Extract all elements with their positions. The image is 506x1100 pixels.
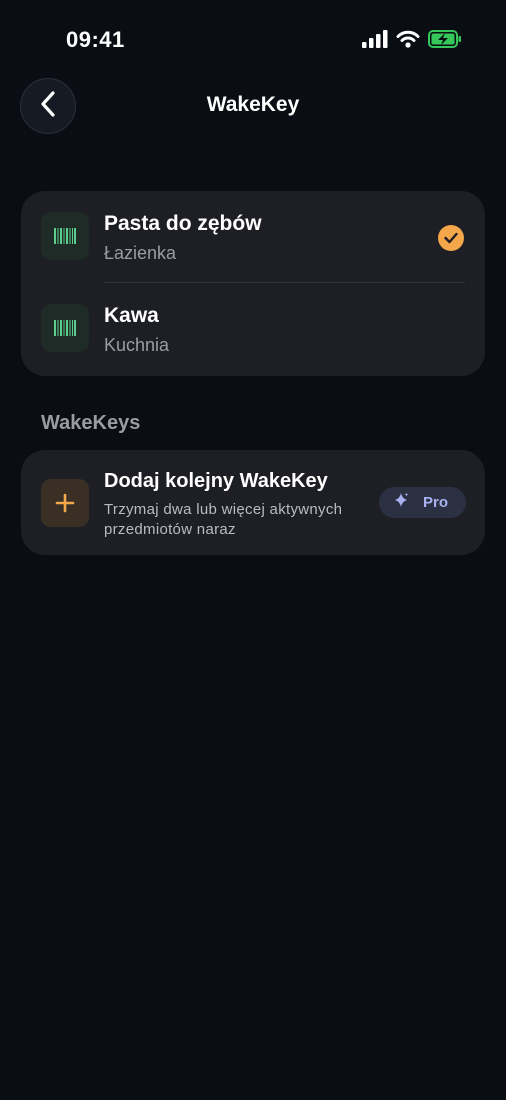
item-room: Kuchnia — [104, 335, 170, 355]
barcode-icon — [41, 212, 89, 260]
wakekey-item-pasta[interactable]: Pasta do zębów Łazienka — [21, 191, 485, 283]
item-name: Pasta do zębów — [104, 212, 262, 235]
barcode-icon — [41, 304, 89, 352]
plus-icon — [41, 479, 89, 527]
status-time: 09:41 — [66, 27, 125, 52]
status-bar: 09:41 — [0, 0, 506, 84]
wakekey-item-kawa[interactable]: Kawa Kuchnia — [21, 283, 485, 375]
sparkle-icon — [393, 492, 409, 513]
add-wakekey-button[interactable]: Dodaj kolejny WakeKey Trzymaj dwa lub wi… — [21, 450, 485, 555]
add-description: Trzymaj dwa lub więcej aktywnych przedmi… — [104, 501, 343, 538]
battery-charging-icon — [428, 30, 462, 53]
screen: 09:41 WakeKey Pasta do zębów Łazienka Ka… — [0, 0, 506, 1100]
page-title: WakeKey — [206, 93, 300, 116]
wakekey-items-list: Pasta do zębów Łazienka Kawa Kuchnia — [21, 191, 485, 376]
status-icons — [362, 30, 462, 53]
pro-label: Pro — [423, 494, 449, 511]
checkmark-icon — [438, 225, 464, 251]
section-title: WakeKeys — [41, 412, 141, 434]
item-room: Łazienka — [104, 243, 177, 263]
add-title: Dodaj kolejny WakeKey — [104, 470, 328, 492]
pro-badge: Pro — [379, 487, 466, 518]
signal-icon — [362, 30, 388, 53]
wifi-icon — [396, 30, 420, 53]
item-name: Kawa — [104, 304, 159, 327]
